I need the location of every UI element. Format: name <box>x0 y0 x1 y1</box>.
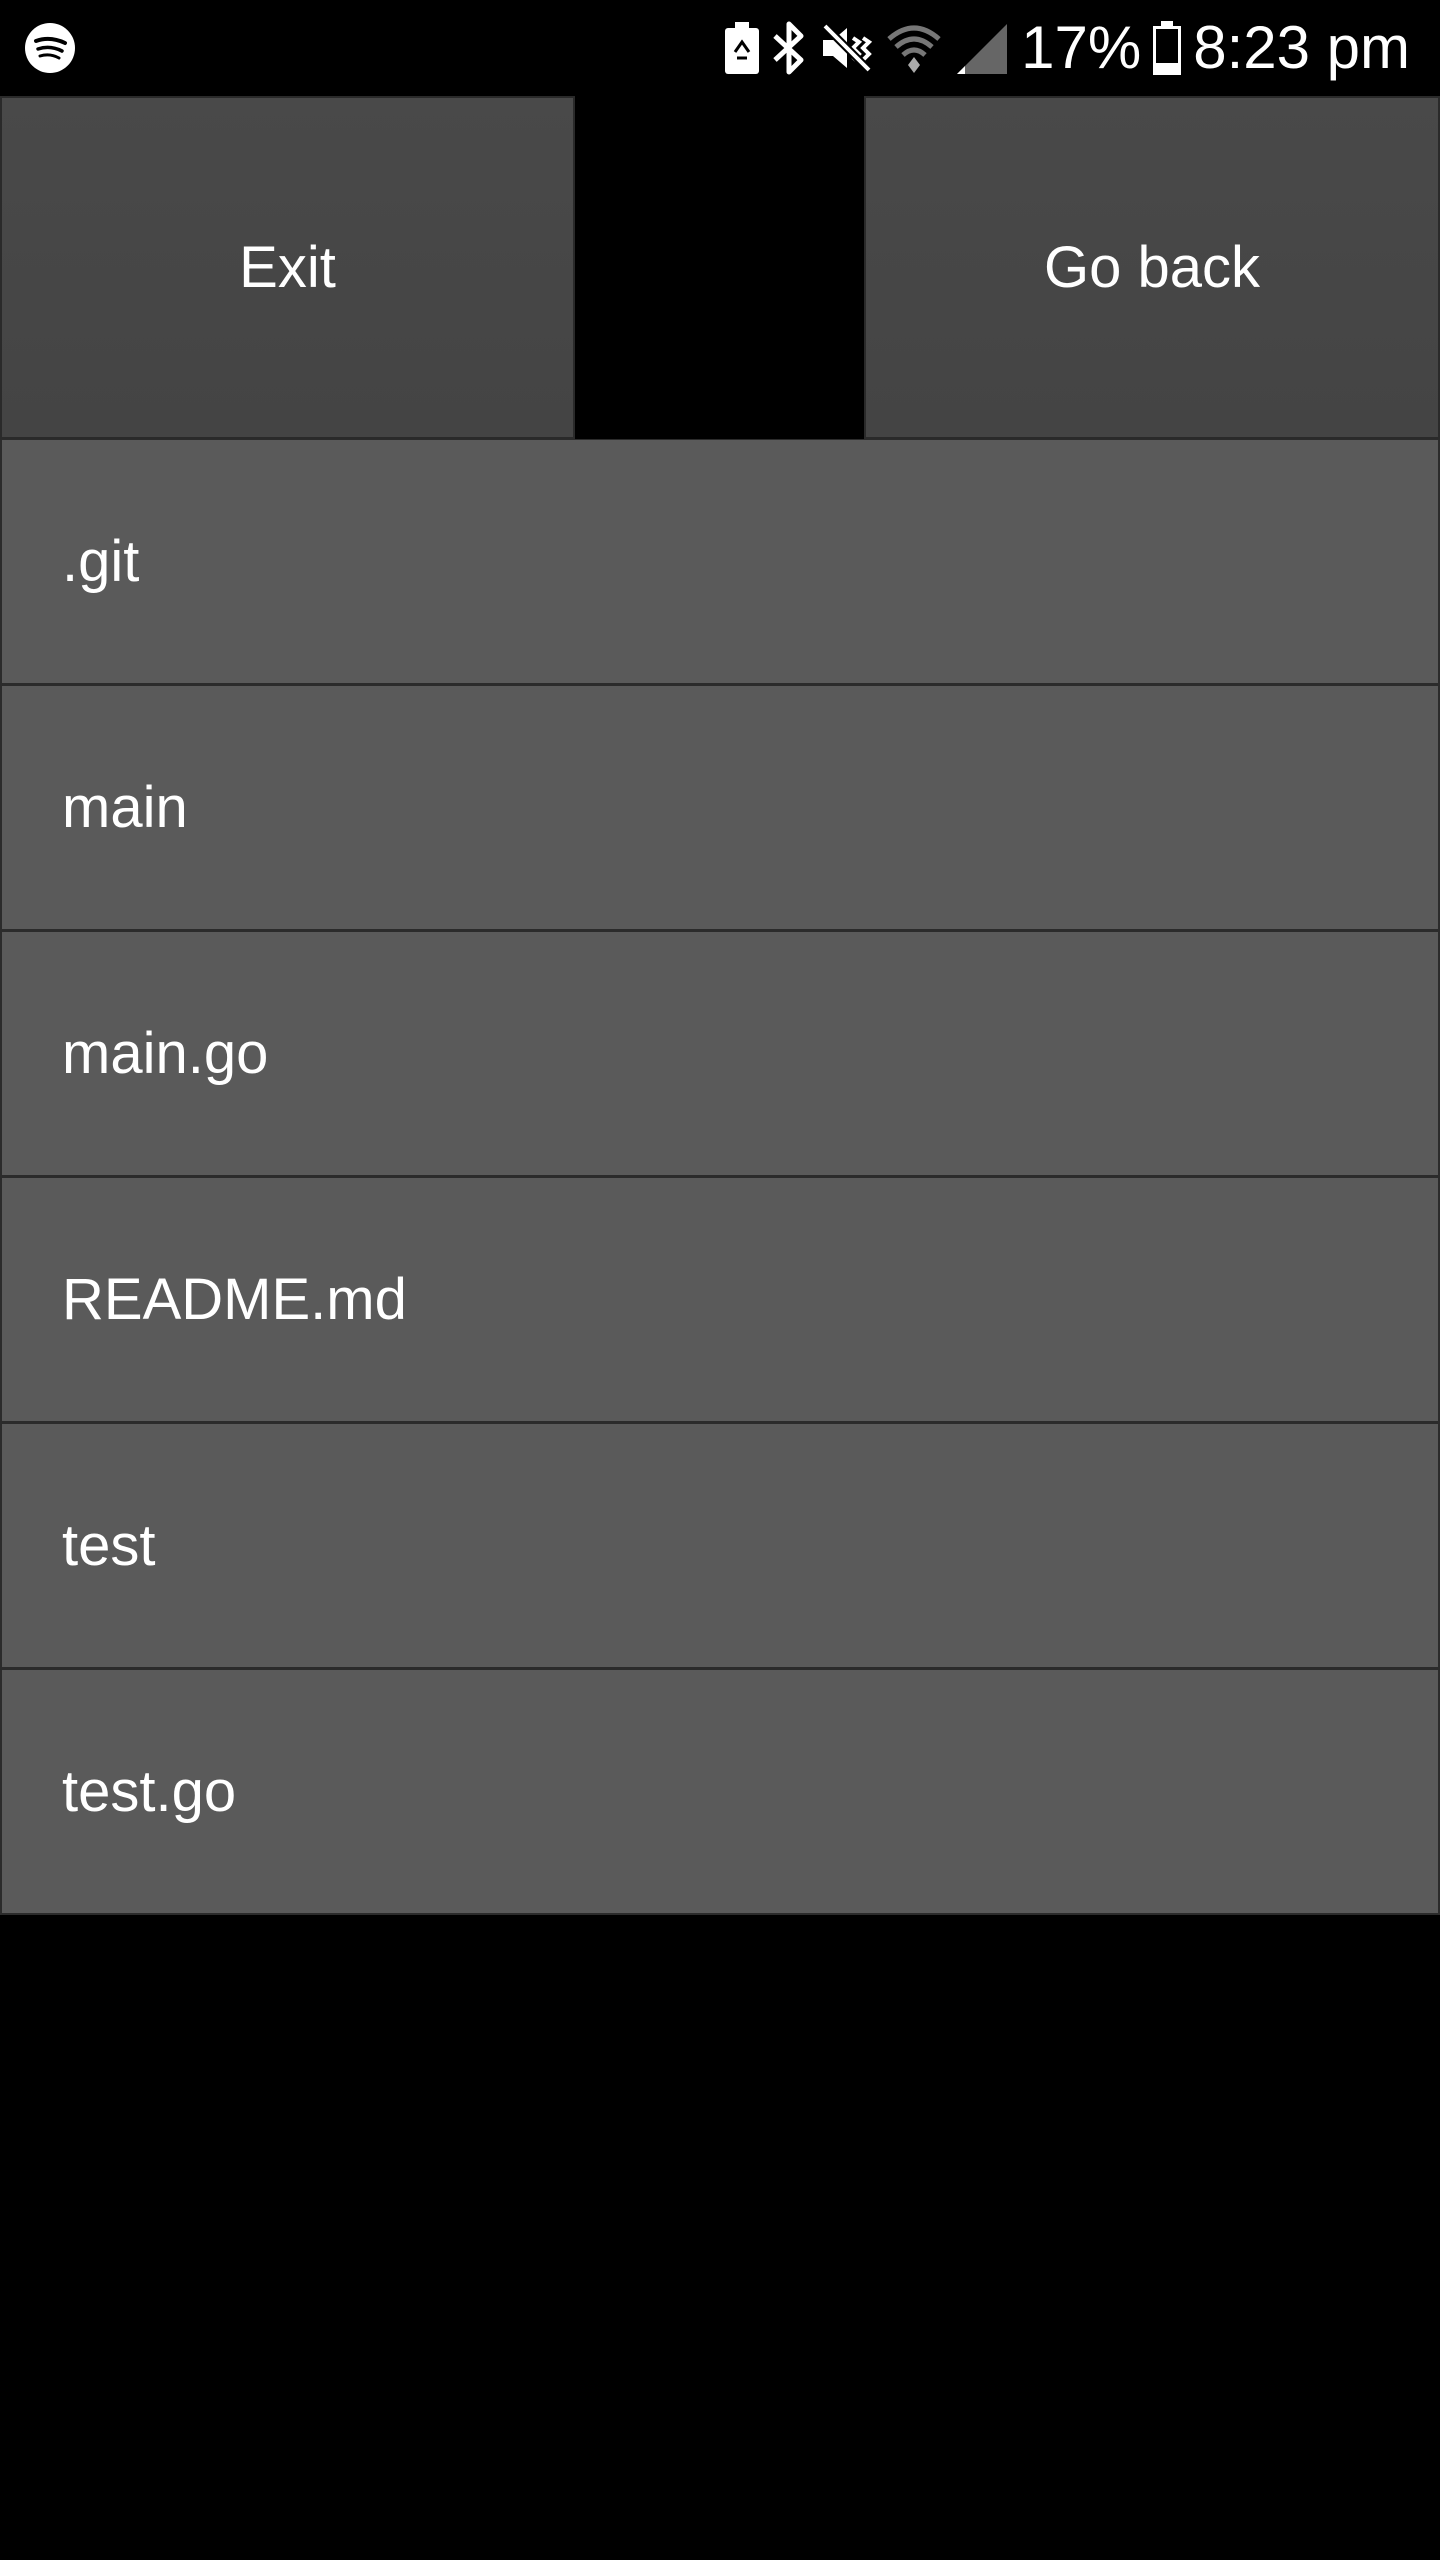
clock: 8:23 pm <box>1193 14 1410 81</box>
file-list: .git main main.go README.md test test.go <box>0 439 1440 1915</box>
battery-saver-icon <box>725 22 760 74</box>
battery-icon <box>1153 21 1182 75</box>
list-item[interactable]: test.go <box>0 1669 1440 1915</box>
list-item[interactable]: main <box>0 685 1440 931</box>
vibrate-mute-icon <box>822 23 873 73</box>
list-item[interactable]: .git <box>0 439 1440 685</box>
bluetooth-icon <box>773 21 804 75</box>
battery-percent: 17% <box>1021 14 1142 81</box>
wifi-icon <box>887 25 941 73</box>
status-bar: 17% 8:23 pm <box>0 0 1440 96</box>
signal-icon <box>957 24 1008 74</box>
list-item[interactable]: test <box>0 1423 1440 1669</box>
status-icons: 17% 8:23 pm <box>725 0 1410 96</box>
list-item[interactable]: main.go <box>0 931 1440 1177</box>
list-item[interactable]: README.md <box>0 1177 1440 1423</box>
spotify-icon <box>25 23 75 73</box>
go-back-button[interactable]: Go back <box>864 96 1440 439</box>
exit-button[interactable]: Exit <box>0 96 575 439</box>
